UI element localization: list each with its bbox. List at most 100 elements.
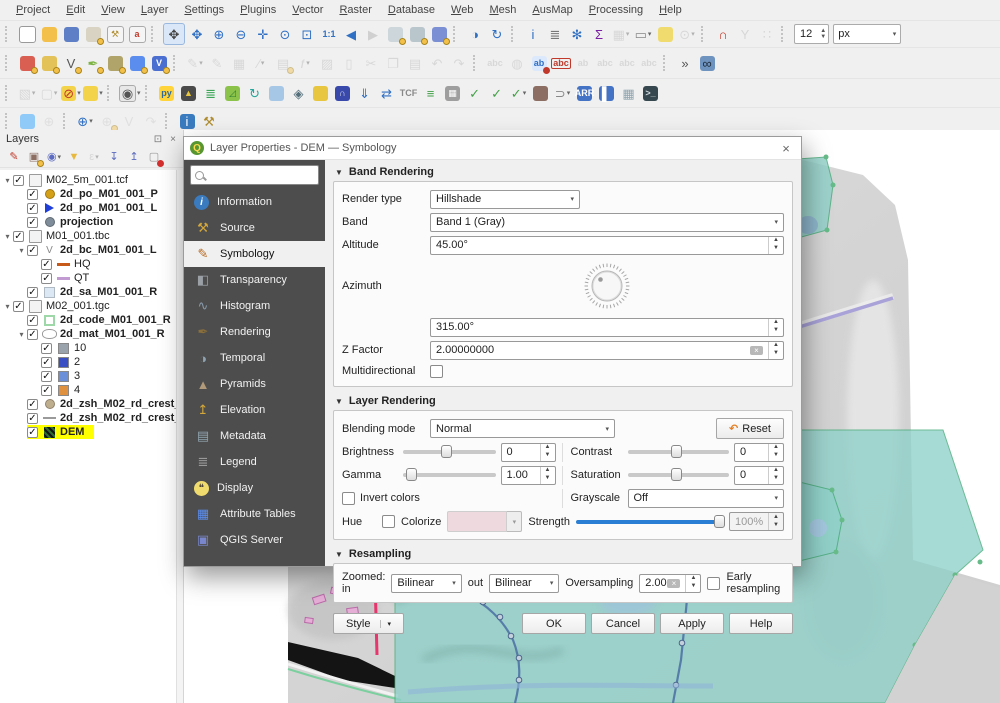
colorize-color-button[interactable]: ▾ xyxy=(447,511,522,532)
menu-web[interactable]: Web xyxy=(443,2,481,18)
tab-display[interactable]: ❝Display xyxy=(184,475,325,501)
layer-tree-item[interactable]: ✓HQ xyxy=(0,257,177,271)
info-tool-icon[interactable]: i xyxy=(177,111,197,131)
layer-visibility-checkbox[interactable]: ✓ xyxy=(27,399,38,410)
show-hidden-labels-icon[interactable]: abc xyxy=(595,53,615,73)
layer-label[interactable]: 2d_po_M01_001_L xyxy=(60,202,157,214)
layer-label[interactable]: projection xyxy=(60,216,113,228)
layer-tree-item[interactable]: ✓2d_po_M01_001_L xyxy=(0,201,177,215)
data-source-manager-icon[interactable] xyxy=(17,53,37,73)
layer-label[interactable]: M02_5m_001.tcf xyxy=(46,174,128,186)
layer-label[interactable]: 2d_po_M01_001_P xyxy=(60,188,158,200)
new-map-view-icon[interactable] xyxy=(385,24,405,44)
toolbar-grip[interactable] xyxy=(63,113,70,129)
menu-settings[interactable]: Settings xyxy=(176,2,232,18)
tab-symbology[interactable]: ✎Symbology xyxy=(184,241,325,267)
properties-search-input[interactable] xyxy=(190,165,319,185)
zoom-next-icon[interactable]: ▶ xyxy=(363,24,383,44)
tab-attribute-tables[interactable]: ▦Attribute Tables xyxy=(184,501,325,527)
filter-by-expression-icon[interactable]: ε▾ xyxy=(85,148,103,166)
dialog-titlebar[interactable]: Q Layer Properties - DEM — Symbology × xyxy=(184,137,801,160)
brightness-slider[interactable] xyxy=(403,450,496,454)
menu-raster[interactable]: Raster xyxy=(331,2,379,18)
polygon-flash-tool-icon[interactable]: ◿ xyxy=(223,83,243,103)
layer-visibility-checkbox[interactable]: ✓ xyxy=(41,357,52,368)
menu-project[interactable]: Project xyxy=(8,2,58,18)
tab-information[interactable]: iInformation xyxy=(184,189,325,215)
move-item-tool-icon[interactable] xyxy=(17,111,37,131)
layer-visibility-checkbox[interactable]: ✓ xyxy=(27,217,38,228)
crosshair-tool-icon[interactable]: ⊕▾ xyxy=(75,111,95,131)
layer-visibility-checkbox[interactable]: ✓ xyxy=(41,371,52,382)
tuflow-viewer-icon[interactable]: ▲ xyxy=(179,83,199,103)
layer-visibility-checkbox[interactable]: ✓ xyxy=(27,245,38,256)
apply-button[interactable]: Apply xyxy=(660,613,724,634)
toolbar-grip[interactable] xyxy=(173,55,180,71)
toggle-editing-icon[interactable]: ✎ xyxy=(207,53,227,73)
layer-label[interactable]: 2d_zsh_M02_rd_crest_001_L xyxy=(60,398,177,410)
spatial-bookmarks-icon[interactable] xyxy=(429,24,449,44)
tab-pyramids[interactable]: ▲Pyramids xyxy=(184,371,325,397)
layer-tree-item[interactable]: ✓ 2d_zsh_M02_rd_crest_001_L xyxy=(0,397,177,411)
raster-window-tool-icon[interactable]: ▦ xyxy=(443,83,463,103)
collapse-all-icon[interactable]: ↥ xyxy=(125,148,143,166)
layer-tree-item[interactable]: ✓2d_code_M01_001_R xyxy=(0,313,177,327)
gamma-spin[interactable]: 1.00▲▼ xyxy=(501,466,556,485)
layer-label[interactable]: M01_001.tbc xyxy=(46,230,110,242)
tab-legend[interactable]: ≣Legend xyxy=(184,449,325,475)
paste-features-icon[interactable]: ▤ xyxy=(405,53,425,73)
pin-unpin-labels-icon[interactable]: ab xyxy=(573,53,593,73)
python-console-icon[interactable]: py xyxy=(157,83,177,103)
symbol-size-spin[interactable]: 12▲▼ xyxy=(794,24,829,44)
invert-colors-checkbox[interactable] xyxy=(342,492,355,505)
map-capture-icon[interactable]: ◉▾ xyxy=(119,83,141,103)
layer-visibility-checkbox[interactable]: ✓ xyxy=(41,259,52,270)
layer-visibility-checkbox[interactable]: ✓ xyxy=(13,175,24,186)
save-layer-edits-icon[interactable]: ▦ xyxy=(229,53,249,73)
processing-toolbox-icon[interactable]: ✻ xyxy=(567,24,587,44)
layer-tree-item[interactable]: ▾✓V2d_bc_M01_001_L xyxy=(0,243,177,257)
redo-icon[interactable]: ↷ xyxy=(449,53,469,73)
remove-layer-icon[interactable]: ▢ xyxy=(145,148,163,166)
add-group-icon[interactable]: ▣ xyxy=(25,148,43,166)
add-vector-layer-icon[interactable] xyxy=(39,53,59,73)
saturation-spin[interactable]: 0▲▼ xyxy=(734,466,784,485)
menu-edit[interactable]: Edit xyxy=(58,2,93,18)
layer-label[interactable]: 2d_mat_M01_001_R xyxy=(60,328,165,340)
toolbar-grip[interactable] xyxy=(473,55,480,71)
symbol-unit-combo[interactable]: px▾ xyxy=(833,24,901,44)
layer-label[interactable]: 3 xyxy=(74,370,80,382)
curve-tool-disabled-icon[interactable]: ↷ xyxy=(141,111,161,131)
layer-visibility-checkbox[interactable]: ✓ xyxy=(27,329,38,340)
check-tool-green-icon[interactable]: ✓ xyxy=(465,83,485,103)
move-label-icon[interactable]: abc xyxy=(617,53,637,73)
resampling-section-header[interactable]: ▼ Resampling xyxy=(333,546,793,563)
copy-features-icon[interactable]: ❐ xyxy=(383,53,403,73)
digitizing-dots-icon[interactable]: ∷ xyxy=(757,24,777,44)
add-shape-layer-icon[interactable]: V xyxy=(61,53,81,73)
multi-lines-tool-icon[interactable]: ≡ xyxy=(421,83,441,103)
toolbar-grip[interactable] xyxy=(151,26,158,42)
toolbar-grip[interactable] xyxy=(107,85,114,101)
temporal-controller-icon[interactable]: ◑ xyxy=(465,24,485,44)
layer-tree-item[interactable]: ▾✓M01_001.tbc xyxy=(0,229,177,243)
filter-legend-icon[interactable]: ▼ xyxy=(65,148,83,166)
expand-all-icon[interactable]: ↧ xyxy=(105,148,123,166)
contrast-spin[interactable]: 0▲▼ xyxy=(734,443,784,462)
zoom-out-icon[interactable]: ⊖ xyxy=(231,24,251,44)
map-tips-icon[interactable] xyxy=(655,24,675,44)
add-mesh-layer-icon[interactable] xyxy=(105,53,125,73)
flag-tool-icon[interactable]: ▌ xyxy=(597,83,617,103)
ausmap-tool-icon[interactable]: ∞ xyxy=(697,53,717,73)
toolbar-grip[interactable] xyxy=(781,26,788,42)
arch-tool-icon[interactable]: ∩ xyxy=(333,83,353,103)
layer-stack-tool-icon[interactable]: ≣ xyxy=(201,83,221,103)
paperclip-tool-icon[interactable]: ⊃▾ xyxy=(553,83,573,103)
menu-plugins[interactable]: Plugins xyxy=(232,2,284,18)
toolbar-grip[interactable] xyxy=(145,85,152,101)
current-edits-icon[interactable]: ✎▾ xyxy=(185,53,205,73)
help-button[interactable]: Help xyxy=(729,613,793,634)
layer-visibility-checkbox[interactable]: ✓ xyxy=(27,189,38,200)
layer-tree-item[interactable]: ✓QT xyxy=(0,271,177,285)
box-tool-icon[interactable] xyxy=(311,83,331,103)
